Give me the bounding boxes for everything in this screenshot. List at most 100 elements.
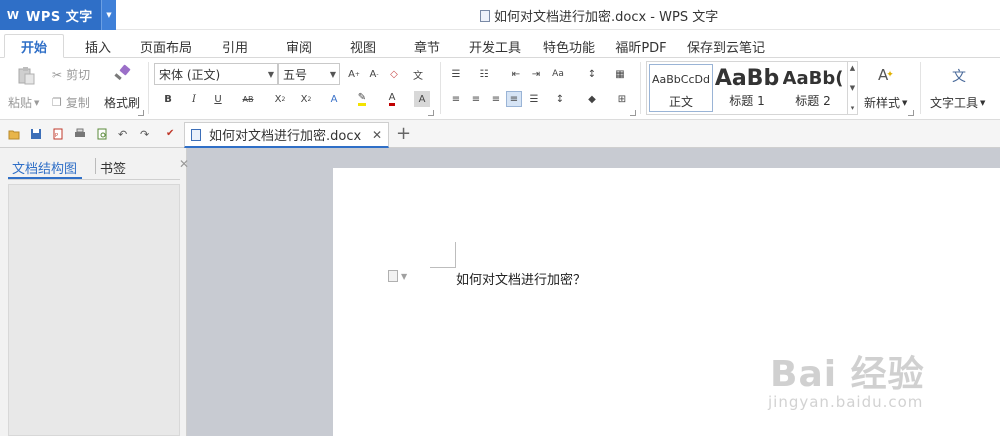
distribute-icon[interactable]: ☰ — [526, 91, 542, 107]
scissors-icon: ✂ — [52, 67, 63, 82]
cut-button[interactable]: ✂ 剪切 — [52, 66, 90, 83]
navigation-tabs: 文档结构图 书签 ✕ — [8, 152, 189, 180]
new-tab-icon[interactable]: + — [396, 123, 411, 144]
table-icon[interactable]: ▦ — [612, 66, 628, 82]
clear-format-icon[interactable]: ◇ — [386, 66, 402, 82]
customize-toolbar-icon[interactable]: ✔ — [166, 128, 178, 140]
document-map-list[interactable] — [8, 184, 180, 436]
style-preview: AaBb — [715, 65, 779, 91]
paragraph-launcher-icon[interactable] — [630, 110, 636, 116]
decrease-indent-icon[interactable]: ⇤ — [508, 66, 524, 82]
subscript-icon[interactable]: X2 — [298, 91, 314, 107]
numbered-list-icon[interactable]: ☷ — [476, 66, 492, 82]
document-icon — [480, 9, 490, 22]
clipboard-launcher-icon[interactable] — [138, 110, 144, 116]
justify-icon[interactable]: ≡ — [506, 91, 522, 107]
tab-page-layout[interactable]: 页面布局 — [134, 34, 198, 58]
grow-font-icon[interactable]: A + — [346, 66, 362, 82]
app-dropdown-icon[interactable]: ▼ — [101, 0, 116, 30]
align-right-icon[interactable]: ≡ — [488, 91, 504, 107]
undo-icon[interactable]: ↶ — [118, 128, 130, 141]
tab-special-features[interactable]: 特色功能 — [538, 34, 600, 58]
separator — [920, 62, 921, 114]
format-painter-icon[interactable] — [112, 64, 132, 84]
format-painter-button[interactable]: 格式刷 — [104, 94, 140, 111]
text-tools-label: 文字工具 — [930, 96, 979, 110]
tab-bookmarks[interactable]: 书签 — [100, 158, 126, 177]
tab-home[interactable]: 开始 — [4, 34, 64, 58]
tab-developer[interactable]: 开发工具 — [464, 34, 526, 58]
style-preview: AaBb( — [782, 67, 844, 89]
save-icon[interactable] — [30, 128, 42, 140]
tab-save-to-cloud-note[interactable]: 保存到云笔记 — [684, 34, 768, 58]
margin-marker — [430, 242, 456, 268]
copy-button[interactable]: ❐ 复制 — [52, 94, 90, 111]
style-name: 标题 2 — [795, 94, 831, 108]
increase-indent-icon[interactable]: ⇥ — [528, 66, 544, 82]
superscript-icon[interactable]: X2 — [272, 91, 288, 107]
font-family-select[interactable]: 宋体 (正文) ▼ — [154, 63, 278, 85]
style-normal[interactable]: AaBbCcDd 正文 — [649, 64, 713, 112]
chevron-up-icon[interactable]: ▲ — [850, 64, 855, 72]
paragraph-menu[interactable]: ▼ — [388, 270, 407, 282]
document-tab[interactable]: 如何对文档进行加密.docx ✕ — [184, 122, 389, 148]
app-menu-button[interactable]: W WPS 文字 ▼ — [0, 0, 116, 30]
paste-button[interactable]: 粘贴 ▼ — [8, 94, 39, 111]
svg-text:P: P — [55, 133, 58, 139]
highlight-icon[interactable]: ✎ — [354, 91, 370, 107]
close-icon[interactable]: ✕ — [179, 157, 189, 171]
bold-icon[interactable]: B — [160, 91, 176, 107]
italic-icon[interactable]: I — [186, 91, 202, 107]
export-pdf-icon[interactable]: P — [52, 128, 64, 140]
tab-document-map[interactable]: 文档结构图 — [12, 158, 77, 177]
tab-references[interactable]: 引用 — [212, 34, 258, 58]
borders-icon[interactable]: ⊞ — [614, 91, 630, 107]
case-icon[interactable]: Aa — [550, 66, 566, 82]
pinyin-icon[interactable]: 文 — [410, 66, 426, 82]
print-preview-icon[interactable] — [96, 128, 108, 140]
new-style-button[interactable]: 新样式 ▼ — [864, 94, 907, 111]
close-icon[interactable]: ✕ — [372, 128, 382, 142]
font-color-icon[interactable]: A — [384, 91, 400, 107]
text-direction-icon[interactable]: ↕ — [584, 66, 600, 82]
print-icon[interactable] — [74, 128, 86, 140]
new-style-icon[interactable]: A ✦ — [878, 66, 894, 84]
style-heading-2[interactable]: AaBb( 标题 2 — [781, 64, 845, 112]
font-launcher-icon[interactable] — [428, 110, 434, 116]
shading-icon[interactable]: ◆ — [584, 91, 600, 107]
shrink-font-icon[interactable]: A- — [366, 66, 382, 82]
document-text[interactable]: 如何对文档进行加密？ — [456, 269, 586, 288]
char-shading-icon[interactable]: A — [414, 91, 430, 107]
line-spacing-icon[interactable]: ↕ — [552, 91, 568, 107]
underline-icon[interactable]: U — [210, 91, 226, 107]
tab-review[interactable]: 审阅 — [276, 34, 322, 58]
chevron-down-icon: ▼ — [267, 70, 274, 79]
cut-label: 剪切 — [66, 68, 91, 82]
strikethrough-icon[interactable]: AB — [240, 91, 256, 107]
align-left-icon[interactable]: ≡ — [448, 91, 464, 107]
title-bar: W WPS 文字 ▼ 如何对文档进行加密.docx - WPS 文字 — [0, 0, 1000, 30]
more-styles-icon[interactable]: ▾ — [851, 104, 855, 112]
align-center-icon[interactable]: ≡ — [468, 91, 484, 107]
window-title: 如何对文档进行加密.docx - WPS 文字 — [480, 6, 718, 25]
text-effect-icon[interactable]: A — [326, 91, 342, 107]
redo-icon[interactable]: ↷ — [140, 128, 152, 141]
tab-section[interactable]: 章节 — [404, 34, 450, 58]
tab-foxit-pdf[interactable]: 福昕PDF — [612, 34, 670, 58]
wps-logo-icon: W — [6, 8, 20, 22]
tab-insert[interactable]: 插入 — [74, 34, 122, 58]
text-tools-icon[interactable]: 文 — [952, 66, 966, 86]
font-size-select[interactable]: 五号 ▼ — [278, 63, 340, 85]
styles-gallery: AaBbCcDd 正文 AaBb 标题 1 AaBb( 标题 2 ▲ ▼ ▾ — [646, 61, 858, 115]
paste-icon[interactable] — [16, 66, 36, 86]
bullet-list-icon[interactable]: ☰ — [448, 66, 464, 82]
tab-view[interactable]: 视图 — [340, 34, 386, 58]
document-tab-bar: P ↶ ↷ ✔ 如何对文档进行加密.docx ✕ + — [0, 120, 1000, 148]
styles-scroller[interactable]: ▲ ▼ ▾ — [847, 62, 857, 114]
styles-launcher-icon[interactable] — [908, 110, 914, 116]
text-tools-button[interactable]: 文字工具 ▼ — [930, 94, 985, 111]
open-icon[interactable] — [8, 128, 20, 140]
chevron-down-icon[interactable]: ▼ — [850, 84, 855, 92]
active-tab-indicator — [8, 177, 82, 179]
style-heading-1[interactable]: AaBb 标题 1 — [715, 64, 779, 112]
